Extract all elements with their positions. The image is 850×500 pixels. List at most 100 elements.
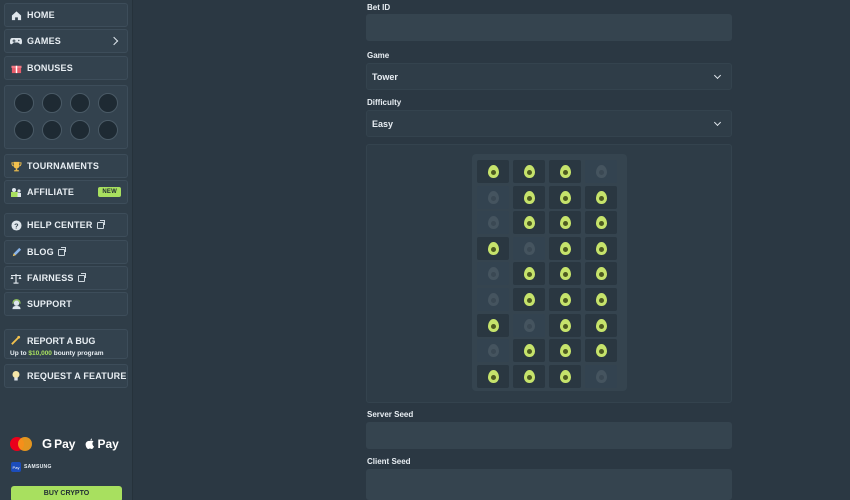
samsung-pay-logo: Pay SAMSUNG (11, 462, 52, 472)
sidebar-item-label: BONUSES (27, 63, 73, 73)
tower-tile (513, 364, 545, 388)
avocado-icon (487, 267, 499, 281)
client-seed-input[interactable] (366, 469, 732, 500)
support-agent-icon (10, 298, 22, 310)
sidebar-item-label: FAIRNESS (27, 273, 74, 283)
avocado-icon (559, 369, 571, 383)
report-bug-label: REPORT A BUG (27, 336, 96, 346)
google-pay-logo: G Pay (42, 436, 76, 451)
bonus-wheel-icon[interactable] (14, 93, 34, 113)
tower-tile (585, 364, 617, 388)
sidebar-item-label: TOURNAMENTS (27, 161, 100, 171)
avocado-icon (487, 344, 499, 358)
avocado-icon (523, 293, 535, 306)
difficulty-select[interactable]: Easy (366, 110, 732, 137)
sidebar-item-tournaments[interactable]: TOURNAMENTS (4, 154, 128, 178)
avocado-icon (523, 318, 535, 332)
tower-tile (513, 236, 545, 260)
bonus-cash-icon[interactable] (70, 93, 90, 113)
avocado-icon (559, 293, 571, 306)
tower-tile (549, 364, 581, 388)
sidebar-item-games[interactable]: GAMES (4, 29, 128, 53)
avocado-icon (595, 318, 607, 332)
avocado-icon (523, 190, 535, 204)
avocado-icon (595, 369, 607, 383)
avocado-icon (559, 190, 571, 204)
avocado-icon (559, 344, 571, 358)
game-select-value: Tower (372, 71, 398, 82)
avocado-icon (595, 293, 607, 306)
bounty-amount: $10,000 (28, 350, 52, 357)
tower-tile (549, 185, 581, 209)
trophy-icon (10, 160, 22, 172)
bonus-weekly-icon[interactable] (42, 120, 62, 140)
sidebar-item-fairness[interactable]: FAIRNESS (4, 266, 128, 290)
avocado-icon (487, 241, 499, 255)
bonus-percent-icon[interactable] (98, 120, 118, 140)
avocado-icon (595, 267, 607, 281)
server-seed-input[interactable] (366, 422, 732, 449)
bonus-rakeback-icon[interactable] (14, 120, 34, 140)
bonus-icons-panel (4, 85, 128, 149)
avocado-icon (523, 216, 535, 230)
avocado-icon (487, 318, 499, 332)
sidebar-item-label: GAMES (27, 36, 62, 46)
bonus-coin-icon[interactable] (42, 93, 62, 113)
avocado-icon (523, 165, 535, 178)
pencil-icon (10, 246, 22, 258)
tower-tile (477, 160, 509, 183)
bet-id-input[interactable] (366, 14, 732, 41)
sidebar-item-help-center[interactable]: ? HELP CENTER (4, 213, 128, 237)
avocado-icon (523, 267, 535, 281)
tower-tile (585, 236, 617, 260)
external-link-icon (57, 246, 66, 256)
sidebar-item-label: SUPPORT (27, 299, 72, 309)
sidebar-item-label: HOME (27, 10, 55, 20)
avocado-icon (595, 216, 607, 230)
avocado-icon (487, 216, 499, 230)
report-bug-card[interactable]: REPORT A BUG Up to $10,000 bounty progra… (4, 329, 128, 359)
tower-tile (549, 313, 581, 337)
bonus-monthly-icon[interactable] (70, 120, 90, 140)
scale-icon (10, 272, 22, 284)
tower-tile (477, 339, 509, 363)
tower-tile (549, 288, 581, 311)
game-select[interactable]: Tower (366, 63, 732, 90)
samsung-pay-icon: Pay (11, 462, 21, 472)
tower-tile (549, 262, 581, 286)
sidebar-item-request-feature[interactable]: REQUEST A FEATURE (4, 364, 128, 388)
difficulty-label: Difficulty (367, 98, 402, 107)
bounty-text: Up to $10,000 bounty program (10, 350, 104, 357)
help-icon: ? (10, 219, 22, 231)
avocado-icon (559, 216, 571, 230)
tower-tile (585, 288, 617, 311)
sidebar-item-blog[interactable]: BLOG (4, 240, 128, 264)
apple-icon (86, 438, 95, 449)
bonus-ticket-icon[interactable] (98, 93, 118, 113)
avocado-icon (559, 165, 571, 178)
tower-tile (477, 288, 509, 311)
tower-tile (585, 185, 617, 209)
sidebar-item-home[interactable]: HOME (4, 3, 128, 27)
avocado-icon (487, 165, 499, 178)
sidebar-item-support[interactable]: SUPPORT (4, 292, 128, 316)
tower-tile (513, 185, 545, 209)
buy-crypto-button[interactable]: BUY CRYPTO (11, 486, 122, 500)
sidebar-item-label: BLOG (27, 247, 54, 257)
avocado-icon (595, 344, 607, 358)
tower-tile (549, 236, 581, 260)
tower-tile (477, 185, 509, 209)
tower-grid (472, 154, 627, 391)
sidebar-item-bonuses[interactable]: BONUSES (4, 56, 128, 80)
avocado-icon (487, 369, 499, 383)
avocado-icon (523, 369, 535, 383)
tower-tile (549, 211, 581, 235)
tower-tile (513, 288, 545, 311)
sidebar-item-affiliate[interactable]: AFFILIATE NEW (4, 180, 128, 204)
avocado-icon (559, 318, 571, 332)
avocado-icon (523, 344, 535, 358)
avocado-icon (487, 293, 499, 306)
sidebar-item-label: AFFILIATE (27, 187, 75, 197)
lightbulb-icon (10, 370, 22, 382)
tower-tile (585, 160, 617, 183)
